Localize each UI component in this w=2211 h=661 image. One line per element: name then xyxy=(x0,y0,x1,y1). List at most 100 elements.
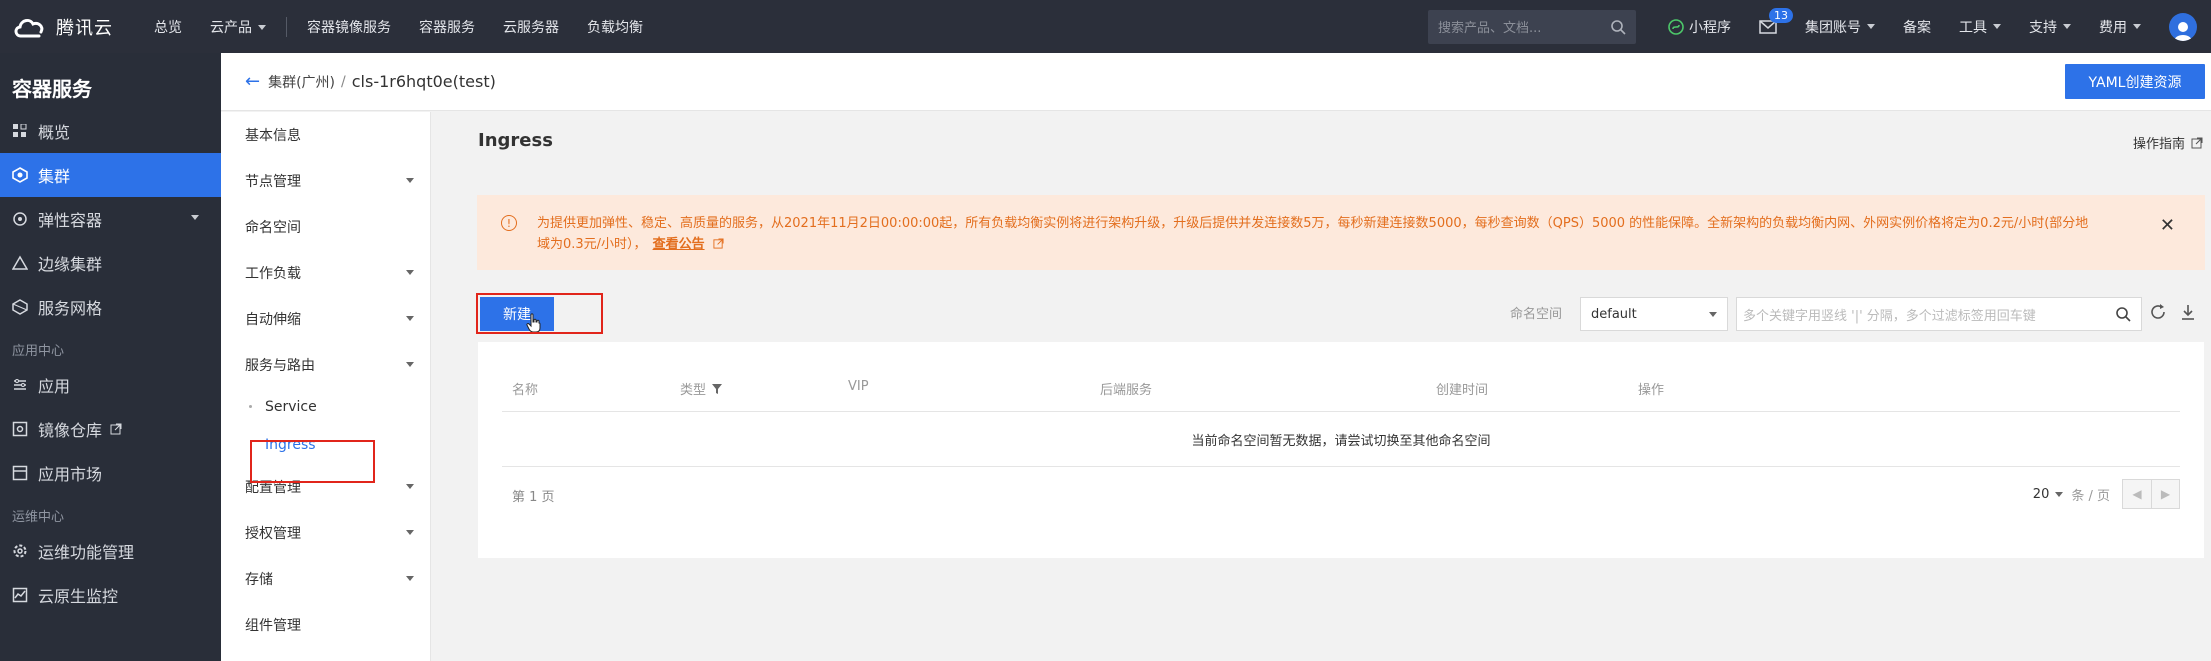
column-header-vip: VIP xyxy=(848,379,869,394)
tencent-cloud-logo[interactable]: 腾讯云 xyxy=(0,14,140,40)
sidebar-item-cluster[interactable]: 集群 xyxy=(0,153,221,197)
messages-button[interactable]: 13 xyxy=(1759,7,1793,34)
column-header-label: 类型 xyxy=(680,383,707,398)
download-icon[interactable] xyxy=(2180,303,2196,321)
guide-link[interactable]: 操作指南 xyxy=(2133,133,2203,152)
sidebar-item-label: 弹性容器 xyxy=(38,211,103,230)
warning-icon: ! xyxy=(501,215,517,231)
user-avatar[interactable] xyxy=(2169,12,2197,41)
notice-text: 为提供更加弹性、稳定、高质量的服务，从2021年11月2日00:00:00起，所… xyxy=(537,216,2089,252)
ingress-table: 名称 类型 VIP 后端服务 创建时间 操作 当前命名空间暂无数据，请尝试切换至… xyxy=(478,342,2204,558)
subnav-label: 工作负载 xyxy=(245,266,301,282)
subnav-authorization[interactable]: 授权管理 xyxy=(221,510,430,556)
sidebar-item-label: 运维功能管理 xyxy=(38,543,135,562)
nav-products[interactable]: 云产品 xyxy=(210,17,266,37)
subnav-service[interactable]: Service xyxy=(221,388,430,426)
mini-program-link[interactable]: 小程序 xyxy=(1668,17,1731,37)
sidebar-item-cloud-monitor[interactable]: 云原生监控 xyxy=(0,573,221,617)
nav-container-service[interactable]: 容器服务 xyxy=(419,17,475,37)
subnav-autoscaling[interactable]: 自动伸缩 xyxy=(221,296,430,342)
ingress-highlight-box xyxy=(250,440,375,483)
brand-name: 腾讯云 xyxy=(56,17,113,39)
app-market-icon xyxy=(12,465,28,481)
subnav-label: 自动伸缩 xyxy=(245,312,301,328)
nav-cvm[interactable]: 云服务器 xyxy=(503,17,559,37)
filter-placeholder: 多个关键字用竖线 '|' 分隔，多个过滤标签用回车键 xyxy=(1743,308,2036,324)
chevron-down-icon xyxy=(406,270,414,275)
page-size-select[interactable]: 20 xyxy=(2033,487,2050,502)
bullet-icon xyxy=(249,405,252,408)
sidebar-item-elastic-container[interactable]: 弹性容器 xyxy=(0,197,221,241)
breadcrumb: ← 集群(广州) / cls-1r6hqt0e(test) YAML创建资源 xyxy=(221,53,2211,111)
pagination: 20 条 / 页 ◀ ▶ xyxy=(2033,479,2180,509)
filter-icon[interactable] xyxy=(712,383,723,394)
sidebar-item-apps[interactable]: 应用 xyxy=(0,363,221,407)
sidebar-item-label: 应用 xyxy=(38,377,71,396)
support-menu[interactable]: 支持 xyxy=(2029,17,2071,37)
nav-overview[interactable]: 总览 xyxy=(154,17,182,37)
next-page-button[interactable]: ▶ xyxy=(2151,480,2179,508)
column-header-backend: 后端服务 xyxy=(1100,383,1153,398)
image-registry-icon xyxy=(12,421,28,437)
tools-menu[interactable]: 工具 xyxy=(1959,17,2001,37)
sidebar-item-image-registry[interactable]: 镜像仓库 xyxy=(0,407,221,451)
chevron-down-icon xyxy=(406,530,414,535)
subnav-basic-info[interactable]: 基本信息 xyxy=(221,112,430,158)
nav-clb[interactable]: 负载均衡 xyxy=(587,17,643,37)
namespace-label: 命名空间 xyxy=(1510,307,1563,322)
breadcrumb-parent[interactable]: 集群(广州) xyxy=(268,72,335,92)
left-sidebar: 容器服务 概览 集群 弹性容器 边缘集群 服务网格 应用中心 应用 镜像仓库 应… xyxy=(0,53,221,661)
subnav-label: 服务与路由 xyxy=(245,358,315,374)
record-link[interactable]: 备案 xyxy=(1903,17,1931,37)
sidebar-item-app-market[interactable]: 应用市场 xyxy=(0,451,221,495)
sidebar-item-ops-management[interactable]: 运维功能管理 xyxy=(0,529,221,573)
chevron-down-icon[interactable] xyxy=(2055,491,2064,497)
subnav-label: Service xyxy=(265,399,317,415)
search-icon[interactable] xyxy=(1610,19,1626,35)
sidebar-section-ops: 运维中心 xyxy=(12,510,65,525)
namespace-select[interactable]: default xyxy=(1580,297,1728,331)
sidebar-item-label: 云原生监控 xyxy=(38,587,119,606)
yaml-create-button[interactable]: YAML创建资源 xyxy=(2065,64,2205,99)
cluster-sub-navigation: 基本信息 节点管理 命名空间 工作负载 自动伸缩 服务与路由 Service I… xyxy=(221,112,431,661)
subnav-label: 授权管理 xyxy=(245,526,301,542)
sidebar-item-label: 应用市场 xyxy=(38,465,103,484)
subnav-component-management[interactable]: 组件管理 xyxy=(221,602,430,648)
filter-search-input[interactable]: 多个关键字用竖线 '|' 分隔，多个过滤标签用回车键 xyxy=(1736,297,2142,331)
monitor-icon xyxy=(12,587,28,603)
subnav-storage[interactable]: 存储 xyxy=(221,556,430,602)
nav-container-registry[interactable]: 容器镜像服务 xyxy=(307,17,391,37)
sidebar-item-label: 概览 xyxy=(38,123,71,142)
close-icon[interactable]: ✕ xyxy=(2160,215,2175,236)
refresh-icon[interactable] xyxy=(2149,303,2167,321)
sidebar-title: 容器服务 xyxy=(12,77,92,101)
column-header-actions: 操作 xyxy=(1638,383,1665,398)
sidebar-item-label: 镜像仓库 xyxy=(38,421,103,440)
service-mesh-icon xyxy=(12,299,28,315)
prev-page-button[interactable]: ◀ xyxy=(2123,480,2151,508)
namespace-value: default xyxy=(1591,306,1637,322)
column-header-type[interactable]: 类型 xyxy=(680,379,723,398)
subnav-namespace[interactable]: 命名空间 xyxy=(221,204,430,250)
external-link-icon xyxy=(2191,137,2203,148)
sidebar-item-service-mesh[interactable]: 服务网格 xyxy=(0,285,221,329)
subnav-label: 存储 xyxy=(245,572,273,588)
breadcrumb-current: cls-1r6hqt0e(test) xyxy=(351,72,496,91)
external-link-icon xyxy=(713,238,724,249)
subnav-node-management[interactable]: 节点管理 xyxy=(221,158,430,204)
billing-menu[interactable]: 费用 xyxy=(2099,17,2141,37)
chevron-down-icon xyxy=(191,215,199,220)
notice-link[interactable]: 查看公告 xyxy=(653,237,705,252)
sidebar-item-overview[interactable]: 概览 xyxy=(0,109,221,153)
sidebar-item-edge-cluster[interactable]: 边缘集群 xyxy=(0,241,221,285)
search-icon[interactable] xyxy=(2115,306,2131,322)
user-icon xyxy=(2174,21,2192,41)
subnav-workload[interactable]: 工作负载 xyxy=(221,250,430,296)
global-search-input[interactable]: 搜索产品、文档... xyxy=(1428,9,1636,44)
column-header-name: 名称 xyxy=(512,383,539,398)
back-arrow-icon[interactable]: ← xyxy=(245,71,260,92)
external-link-icon xyxy=(110,423,122,435)
account-menu[interactable]: 集团账号 xyxy=(1805,17,1875,37)
mini-program-label: 小程序 xyxy=(1689,19,1731,36)
subnav-service-routing[interactable]: 服务与路由 xyxy=(221,342,430,388)
